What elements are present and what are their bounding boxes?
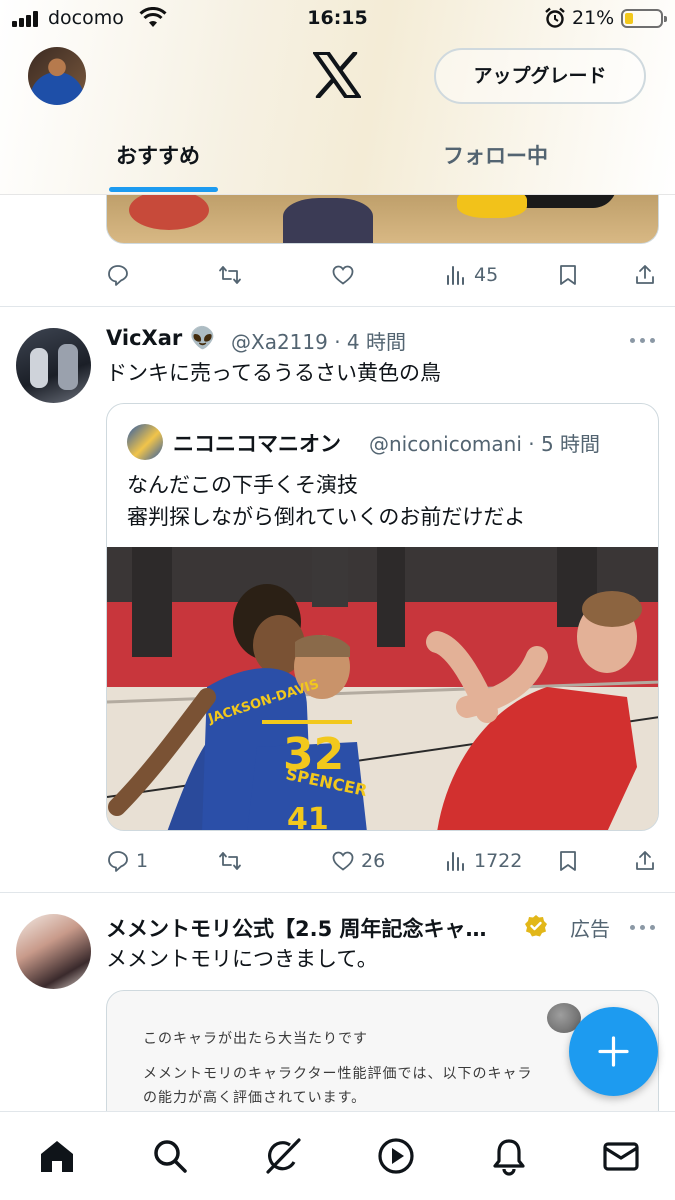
- quoted-text-line2: 審判探しながら倒れていくのお前だけだよ: [127, 505, 526, 529]
- basketball-scene-image: 32 JACKSON-DAVIS SPENCER 41: [107, 547, 658, 831]
- upgrade-button[interactable]: アップグレード: [434, 48, 646, 104]
- post-author-avatar[interactable]: [16, 328, 91, 403]
- video-icon: [378, 1138, 414, 1174]
- ad-label: 広告: [570, 917, 610, 941]
- share-icon: [636, 851, 654, 870]
- post-handle-time[interactable]: @Xa2119 · 4 時間: [231, 326, 406, 355]
- post-actions: 1 26 1722: [106, 846, 659, 876]
- reply-icon: [108, 265, 128, 286]
- compose-button[interactable]: [569, 1007, 658, 1096]
- ad-card-line3: の能力が高く評価されています。: [143, 1090, 367, 1106]
- quoted-author-name: ニコニコマニオン: [173, 432, 341, 456]
- quoted-post-image[interactable]: 32 JACKSON-DAVIS SPENCER 41: [107, 547, 658, 831]
- nav-home[interactable]: [37, 1136, 77, 1176]
- heart-icon: [332, 851, 354, 871]
- nav-messages[interactable]: [601, 1136, 641, 1176]
- heart-icon: [332, 265, 354, 285]
- nav-video[interactable]: [376, 1136, 416, 1176]
- reply-count: 1: [136, 850, 149, 872]
- share-button[interactable]: [633, 846, 657, 876]
- plus-icon: [598, 1036, 629, 1067]
- nav-search[interactable]: [150, 1136, 190, 1176]
- messages-icon: [603, 1142, 639, 1171]
- like-button[interactable]: 26: [331, 846, 385, 876]
- views-icon: [447, 852, 464, 871]
- status-bar: docomo 16:15 21%: [0, 0, 675, 40]
- like-button[interactable]: [331, 260, 355, 290]
- repost-button[interactable]: [218, 260, 242, 290]
- reply-button[interactable]: 1: [106, 846, 148, 876]
- top-header: docomo 16:15 21% アップグレード おすすめ フォロー中: [0, 0, 675, 195]
- alien-emoji: 👽: [189, 326, 216, 350]
- bookmark-button[interactable]: [556, 260, 580, 290]
- profile-avatar[interactable]: [28, 47, 86, 105]
- views-button[interactable]: 1722: [444, 846, 522, 876]
- post-author-name[interactable]: VicXar 👽: [106, 326, 216, 351]
- post-text: ドンキに売ってるうるさい黄色の鳥: [106, 361, 441, 385]
- quoted-post[interactable]: ニコニコマニオン @niconicomani · 5 時間 なんだこの下手くそ演…: [106, 403, 659, 831]
- more-options-icon[interactable]: [630, 336, 656, 344]
- ad-author-name[interactable]: メメントモリ公式【2.5 周年記念キャ…: [106, 913, 487, 943]
- divider: [0, 892, 675, 893]
- ad-card-line2: メメントモリのキャラクター性能評価では、以下のキャラ: [143, 1066, 533, 1082]
- x-logo-icon[interactable]: [313, 52, 361, 98]
- quoted-text-line1: なんだこの下手くそ演技: [127, 473, 358, 497]
- like-count: 26: [361, 850, 386, 872]
- nav-notifications[interactable]: [489, 1136, 529, 1176]
- active-tab-indicator: [109, 187, 218, 192]
- ad-card-headline: このキャラが出たら大当たりです: [143, 1031, 368, 1047]
- battery-percent: 21%: [572, 7, 615, 29]
- ad-author-avatar[interactable]: [16, 914, 91, 989]
- views-icon: [447, 266, 464, 285]
- verified-badge-icon: [525, 915, 547, 937]
- search-icon: [154, 1140, 187, 1173]
- bookmark-button[interactable]: [556, 846, 580, 876]
- alarm-icon: [545, 7, 565, 28]
- jersey-number-41: 41: [287, 802, 329, 831]
- home-icon: [41, 1141, 73, 1172]
- previous-post-actions: 45: [106, 260, 659, 290]
- battery-icon: [621, 9, 667, 28]
- more-options-icon[interactable]: [630, 923, 656, 931]
- views-count: 45: [474, 264, 499, 286]
- quoted-handle-time: @niconicomani · 5 時間: [369, 432, 601, 456]
- grok-icon: [266, 1138, 301, 1174]
- share-icon: [636, 265, 654, 284]
- bookmark-icon: [560, 265, 576, 285]
- nav-grok[interactable]: [263, 1136, 303, 1176]
- tab-for-you[interactable]: おすすめ: [116, 140, 200, 170]
- bottom-navigation: [0, 1111, 675, 1200]
- reply-button[interactable]: [106, 260, 130, 290]
- ad-text: メメントモリにつきまして。: [106, 947, 378, 971]
- repost-icon: [219, 852, 241, 870]
- views-button[interactable]: 45: [444, 260, 498, 290]
- bookmark-icon: [560, 851, 576, 871]
- views-count: 1722: [474, 850, 523, 872]
- repost-button[interactable]: [218, 846, 242, 876]
- divider: [0, 306, 675, 307]
- reply-icon: [108, 851, 128, 872]
- share-button[interactable]: [633, 260, 657, 290]
- tab-following[interactable]: フォロー中: [443, 140, 548, 170]
- notifications-icon: [493, 1139, 525, 1176]
- quoted-author-avatar: [127, 424, 163, 460]
- repost-icon: [219, 266, 241, 284]
